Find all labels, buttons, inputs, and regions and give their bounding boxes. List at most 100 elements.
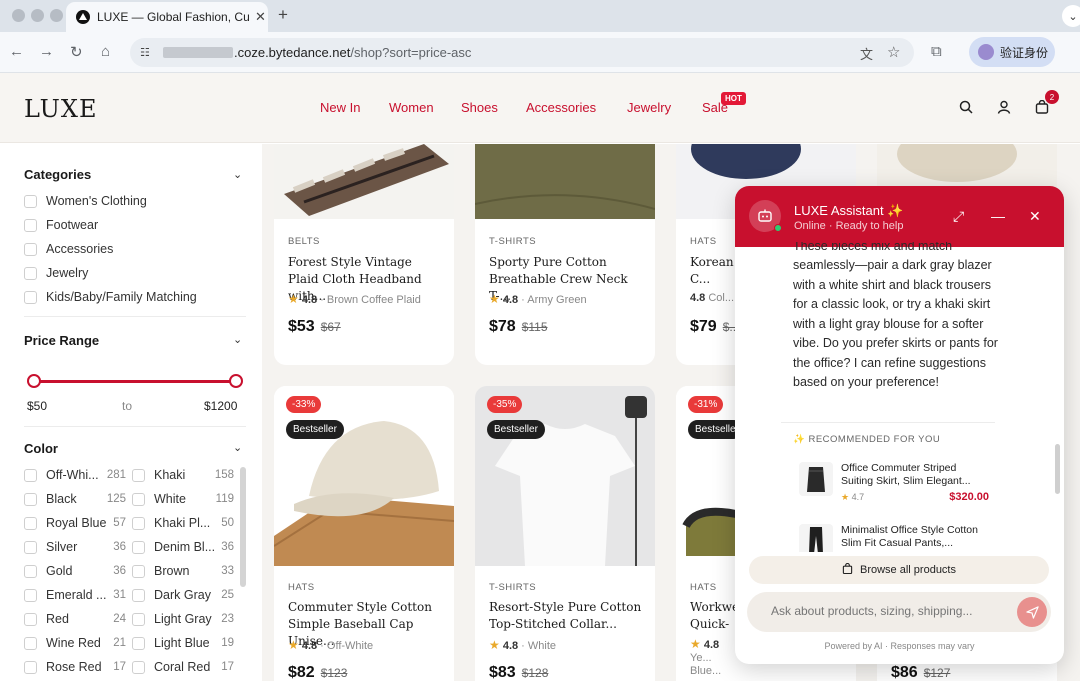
browse-all-products-button[interactable]: Browse all products bbox=[749, 556, 1049, 584]
color-checkbox[interactable]: Denim Bl... bbox=[132, 540, 215, 554]
color-checkbox[interactable]: White bbox=[132, 492, 186, 506]
color-checkbox[interactable]: Khaki bbox=[132, 468, 185, 482]
checkbox[interactable] bbox=[132, 660, 145, 674]
category-checkbox[interactable]: Kids/Baby/Family Matching bbox=[24, 290, 197, 304]
color-checkbox[interactable]: Black bbox=[24, 492, 77, 506]
color-checkbox[interactable]: Gold bbox=[24, 564, 72, 578]
extensions-icon[interactable]: ⧉ bbox=[931, 43, 942, 60]
chevron-down-icon[interactable]: ⌄ bbox=[233, 333, 242, 346]
recommended-title[interactable]: Minimalist Office Style Cotton Slim Fit … bbox=[841, 524, 989, 550]
chat-input[interactable] bbox=[771, 604, 1011, 618]
site-logo[interactable]: LUXE bbox=[24, 95, 97, 123]
home-icon[interactable]: ⌂ bbox=[101, 43, 110, 60]
color-heading[interactable]: Color bbox=[24, 441, 58, 456]
tab-list-chevron-icon[interactable]: ⌄ bbox=[1062, 5, 1080, 27]
checkbox[interactable] bbox=[24, 564, 37, 578]
checkbox[interactable] bbox=[132, 540, 145, 554]
window-close-dot[interactable] bbox=[12, 9, 25, 22]
address-bar[interactable]: ☷ .coze.bytedance.net/shop?sort=price-as… bbox=[130, 38, 914, 67]
product-card[interactable]: -33% Bestseller HATS Commuter Style Cott… bbox=[274, 386, 454, 681]
checkbox[interactable] bbox=[132, 612, 145, 626]
browser-tab[interactable]: LUXE — Global Fashion, Cura ✕ bbox=[66, 2, 268, 32]
color-checkbox[interactable]: Coral Red bbox=[132, 660, 210, 674]
nav-accessories[interactable]: Accessories bbox=[526, 100, 596, 115]
color-checkbox[interactable]: Off-Whi... bbox=[24, 468, 99, 482]
tab-close-icon[interactable]: ✕ bbox=[255, 9, 266, 25]
price-range-heading[interactable]: Price Range bbox=[24, 333, 99, 348]
product-card[interactable]: BELTS Forest Style Vintage Plaid Cloth H… bbox=[274, 144, 454, 365]
nav-new-in[interactable]: New In bbox=[320, 100, 360, 115]
product-image[interactable] bbox=[274, 386, 454, 566]
account-icon[interactable] bbox=[994, 97, 1014, 117]
product-image[interactable] bbox=[274, 144, 454, 219]
nav-women[interactable]: Women bbox=[389, 100, 434, 115]
price-min-handle[interactable] bbox=[27, 374, 41, 388]
checkbox[interactable] bbox=[24, 468, 37, 482]
window-minimize-dot[interactable] bbox=[31, 9, 44, 22]
checkbox[interactable] bbox=[24, 612, 37, 626]
checkbox[interactable] bbox=[24, 588, 37, 602]
category-checkbox[interactable]: Jewelry bbox=[24, 266, 88, 280]
category-checkbox[interactable]: Accessories bbox=[24, 242, 113, 256]
checkbox[interactable] bbox=[24, 290, 37, 304]
checkbox[interactable] bbox=[132, 468, 145, 482]
chevron-down-icon[interactable]: ⌄ bbox=[233, 441, 242, 454]
checkbox[interactable] bbox=[24, 492, 37, 506]
price-max-handle[interactable] bbox=[229, 374, 243, 388]
color-checkbox[interactable]: Royal Blue bbox=[24, 516, 106, 530]
checkbox[interactable] bbox=[24, 516, 37, 530]
color-checkbox[interactable]: Dark Gray bbox=[132, 588, 211, 602]
send-icon[interactable] bbox=[1017, 597, 1047, 627]
checkbox[interactable] bbox=[132, 588, 145, 602]
checkbox[interactable] bbox=[24, 266, 37, 280]
product-name[interactable]: Resort-Style Pure Cotton Top-Stitched Co… bbox=[489, 599, 645, 633]
product-image[interactable] bbox=[475, 144, 655, 219]
recommended-title[interactable]: Office Commuter Striped Suiting Skirt, S… bbox=[841, 462, 991, 488]
color-checkbox[interactable]: Rose Red bbox=[24, 660, 102, 674]
forward-icon[interactable]: → bbox=[39, 43, 54, 60]
search-icon[interactable] bbox=[956, 97, 976, 117]
expand-icon[interactable]: ⤢ bbox=[953, 208, 964, 225]
chevron-down-icon[interactable]: ⌄ bbox=[233, 168, 242, 181]
back-icon[interactable]: ← bbox=[9, 43, 24, 60]
checkbox[interactable] bbox=[132, 564, 145, 578]
bookmark-star-icon[interactable]: ☆ bbox=[887, 43, 900, 61]
site-settings-icon[interactable]: ☷ bbox=[140, 46, 150, 59]
new-tab-button[interactable]: + bbox=[278, 5, 288, 25]
nav-shoes[interactable]: Shoes bbox=[461, 100, 498, 115]
checkbox[interactable] bbox=[24, 194, 37, 208]
checkbox[interactable] bbox=[132, 492, 145, 506]
sidebar-scrollbar[interactable] bbox=[240, 467, 246, 587]
checkbox[interactable] bbox=[132, 636, 145, 650]
close-icon[interactable]: ✕ bbox=[1029, 208, 1041, 225]
color-checkbox[interactable]: Red bbox=[24, 612, 69, 626]
product-card[interactable]: -35% Bestseller T-SHIRTS Resort-Style Pu… bbox=[475, 386, 655, 681]
color-checkbox[interactable]: Wine Red bbox=[24, 636, 101, 650]
checkbox[interactable] bbox=[24, 242, 37, 256]
product-name[interactable]: Korean C... Breathab... bbox=[690, 254, 740, 288]
categories-heading[interactable]: Categories bbox=[24, 167, 91, 182]
checkbox[interactable] bbox=[24, 660, 37, 674]
product-name[interactable]: Workwe... Quick-D... bbox=[690, 599, 740, 633]
reload-icon[interactable]: ↻ bbox=[70, 43, 83, 61]
checkbox[interactable] bbox=[24, 540, 37, 554]
color-checkbox[interactable]: Khaki Pl... bbox=[132, 516, 210, 530]
window-maximize-dot[interactable] bbox=[50, 9, 63, 22]
minimize-icon[interactable]: — bbox=[991, 208, 1005, 224]
product-card[interactable]: T-SHIRTS Sporty Pure Cotton Breathable C… bbox=[475, 144, 655, 365]
color-checkbox[interactable]: Brown bbox=[132, 564, 189, 578]
checkbox[interactable] bbox=[132, 516, 145, 530]
checkbox[interactable] bbox=[24, 636, 37, 650]
nav-jewelry[interactable]: Jewelry bbox=[627, 100, 671, 115]
category-checkbox[interactable]: Women's Clothing bbox=[24, 194, 147, 208]
color-checkbox[interactable]: Emerald ... bbox=[24, 588, 106, 602]
recommended-item[interactable]: Minimalist Office Style Cotton Slim Fit … bbox=[799, 524, 989, 552]
chat-scrollbar[interactable] bbox=[1055, 444, 1060, 494]
profile-verify-button[interactable]: 验证身份 bbox=[969, 37, 1055, 67]
category-checkbox[interactable]: Footwear bbox=[24, 218, 98, 232]
price-slider-track[interactable] bbox=[34, 380, 236, 383]
translate-icon[interactable]: 文 bbox=[860, 44, 873, 63]
color-checkbox[interactable]: Silver bbox=[24, 540, 77, 554]
product-image[interactable] bbox=[475, 386, 655, 566]
color-checkbox[interactable]: Light Gray bbox=[132, 612, 212, 626]
